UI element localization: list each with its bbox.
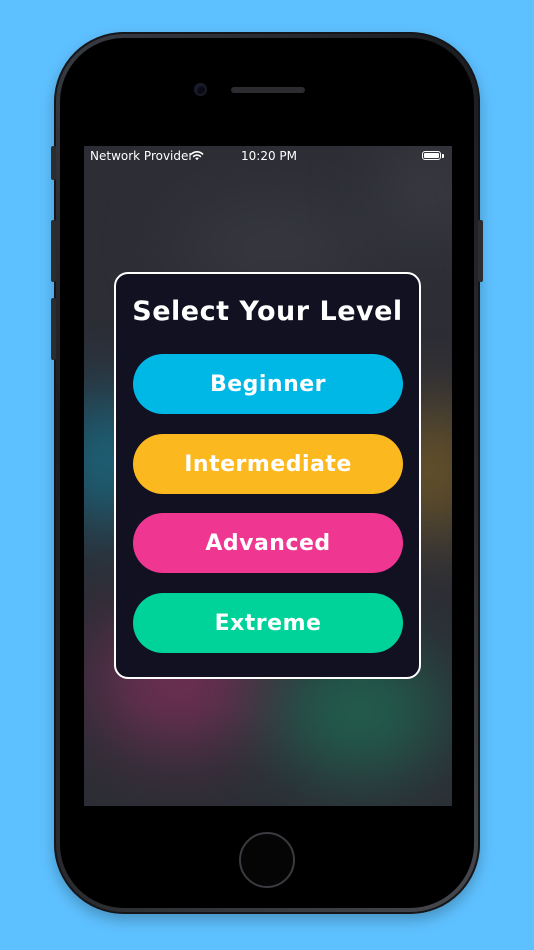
carrier-name: Network Provider xyxy=(90,149,194,163)
battery-level xyxy=(424,153,439,158)
earpiece-speaker xyxy=(231,87,305,93)
extreme-button[interactable]: Extreme xyxy=(133,593,403,653)
clock: 10:20 PM xyxy=(241,149,297,163)
beginner-button[interactable]: Beginner xyxy=(133,354,403,414)
home-button[interactable] xyxy=(239,832,295,888)
advanced-button[interactable]: Advanced xyxy=(133,513,403,573)
wifi-icon xyxy=(190,150,204,161)
level-select-dialog: Select Your Level Beginner Intermediate … xyxy=(114,272,421,679)
status-bar: Network Provider 10:20 PM xyxy=(84,146,452,166)
silent-switch xyxy=(51,146,56,180)
power-button xyxy=(478,220,483,282)
intermediate-button[interactable]: Intermediate xyxy=(133,434,403,494)
volume-up-button xyxy=(51,220,56,282)
battery-icon xyxy=(422,151,441,160)
battery-tip xyxy=(442,154,444,158)
front-camera xyxy=(194,83,207,96)
volume-down-button xyxy=(51,298,56,360)
dialog-title: Select Your Level xyxy=(132,296,403,327)
screen: Network Provider 10:20 PM Select Your Le… xyxy=(84,146,452,806)
